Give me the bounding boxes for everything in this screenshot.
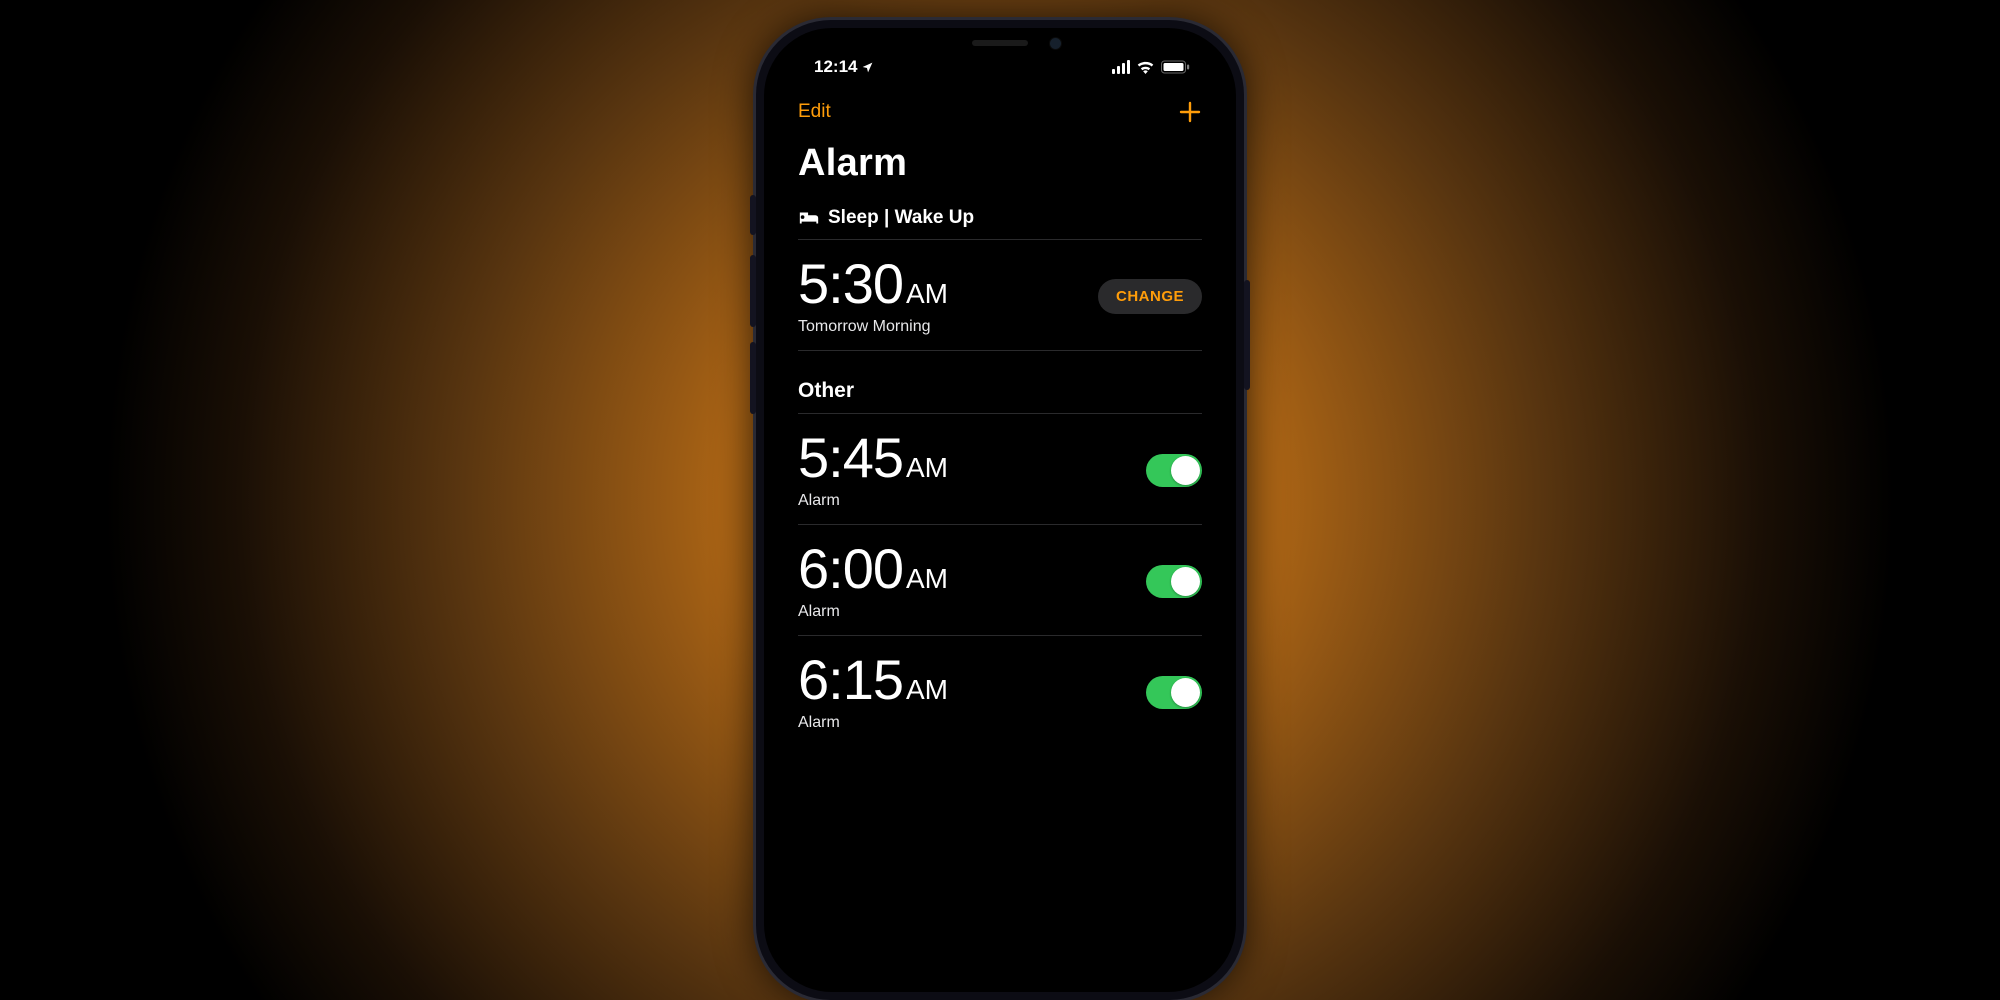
sleep-section-header: Sleep | Wake Up xyxy=(798,207,1202,239)
phone-frame: 12:14 xyxy=(756,20,1244,1000)
alarm-toggle[interactable] xyxy=(1146,565,1202,598)
divider xyxy=(798,350,1202,351)
sleep-alarm-subtitle: Tomorrow Morning xyxy=(798,318,948,336)
alarm-toggle[interactable] xyxy=(1146,676,1202,709)
nav-bar: Edit xyxy=(798,88,1202,136)
mute-switch xyxy=(750,195,756,235)
alarm-time: 6:00 xyxy=(798,541,903,597)
alarm-row[interactable]: 6:15 AM Alarm xyxy=(798,636,1202,732)
alarm-screen: Edit Alarm Sleep | Wake Up xyxy=(778,88,1222,978)
status-time: 12:14 xyxy=(814,57,857,77)
edit-button[interactable]: Edit xyxy=(798,101,831,123)
sleep-alarm-ampm: AM xyxy=(906,278,948,310)
wifi-icon xyxy=(1136,60,1155,74)
page-background: 12:14 xyxy=(0,0,2000,1000)
phone-bezel: 12:14 xyxy=(764,28,1236,992)
change-button[interactable]: CHANGE xyxy=(1098,279,1202,314)
power-button xyxy=(1244,280,1250,390)
bed-icon xyxy=(798,210,820,226)
volume-up-button xyxy=(750,255,756,327)
alarm-row[interactable]: 5:45 AM Alarm xyxy=(798,414,1202,524)
alarm-time: 6:15 xyxy=(798,652,903,708)
alarm-label: Alarm xyxy=(798,492,948,510)
screen: 12:14 xyxy=(778,42,1222,978)
alarm-ampm: AM xyxy=(906,674,948,706)
alarm-ampm: AM xyxy=(906,563,948,595)
battery-icon xyxy=(1161,60,1190,74)
alarm-time: 5:45 xyxy=(798,430,903,486)
sleep-alarm-row[interactable]: 5:30 AM Tomorrow Morning CHANGE xyxy=(798,240,1202,350)
front-camera xyxy=(1049,37,1062,50)
cellular-signal-icon xyxy=(1112,60,1131,74)
page-title: Alarm xyxy=(798,142,1202,185)
alarm-toggle[interactable] xyxy=(1146,454,1202,487)
phone-notch xyxy=(890,28,1110,62)
other-section-header: Other xyxy=(798,379,1202,403)
alarm-ampm: AM xyxy=(906,452,948,484)
sleep-alarm-time: 5:30 xyxy=(798,256,903,312)
volume-down-button xyxy=(750,342,756,414)
add-alarm-button[interactable] xyxy=(1178,100,1202,124)
speaker-grille xyxy=(972,40,1028,46)
sleep-section-label: Sleep | Wake Up xyxy=(828,207,974,229)
alarm-label: Alarm xyxy=(798,603,948,621)
alarm-label: Alarm xyxy=(798,714,948,732)
location-icon xyxy=(861,61,874,74)
alarm-row[interactable]: 6:00 AM Alarm xyxy=(798,525,1202,635)
